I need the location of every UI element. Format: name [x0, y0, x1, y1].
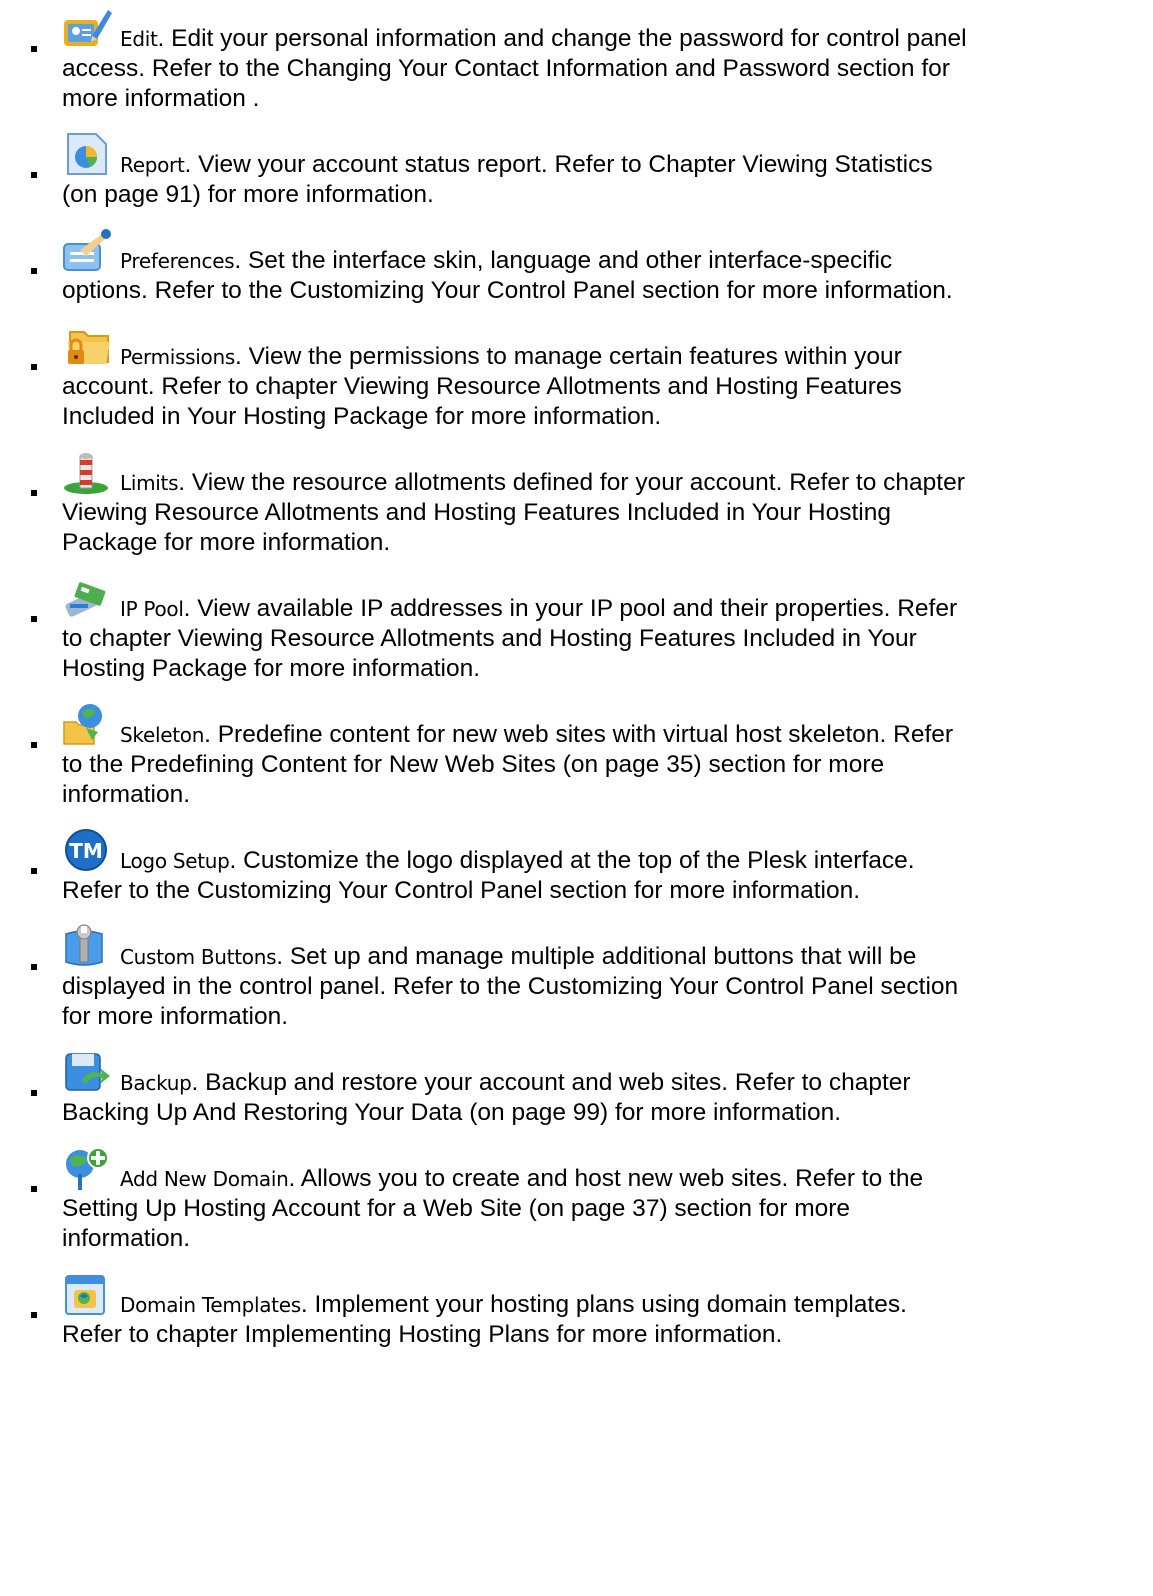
- item-description: . View the resource allotments defined f…: [178, 469, 965, 496]
- item-description: . Set the interface skin, language and o…: [234, 247, 893, 274]
- permissions-icon[interactable]: [62, 324, 114, 368]
- skeleton-icon[interactable]: [62, 702, 114, 746]
- item-description-rest: Refer to the Customizing Your Control Pa…: [62, 877, 861, 904]
- item-description: . View your account status report. Refer…: [184, 151, 933, 178]
- bullet: [31, 490, 37, 496]
- item-description-rest: to the Predefining Content for New Web S…: [62, 751, 885, 808]
- item-label: Skeleton: [120, 723, 205, 747]
- item-description: . Customize the logo displayed at the to…: [229, 847, 915, 874]
- item-label: Preferences: [120, 249, 235, 273]
- report-icon[interactable]: [62, 132, 114, 176]
- preferences-icon[interactable]: [62, 228, 114, 272]
- item-label: Permissions: [120, 345, 235, 369]
- item-label: Logo Setup: [120, 849, 230, 873]
- bullet: [31, 868, 37, 874]
- add-new-domain-icon[interactable]: [62, 1146, 114, 1190]
- logo-setup-icon[interactable]: TM: [62, 828, 114, 872]
- item-description: . View available IP addresses in your IP…: [183, 595, 958, 622]
- item-label: Report: [120, 153, 185, 177]
- item-label: Edit: [120, 27, 158, 51]
- backup-icon[interactable]: [62, 1050, 114, 1094]
- limits-icon[interactable]: [62, 450, 114, 494]
- edit-icon[interactable]: [62, 6, 114, 50]
- item-description: . Implement your hosting plans using dom…: [300, 1291, 907, 1318]
- bullet: [31, 46, 37, 52]
- bullet: [31, 1312, 37, 1318]
- item-label: IP Pool: [120, 597, 184, 621]
- item-label: Limits: [120, 471, 179, 495]
- item-description-rest: access. Refer to the Changing Your Conta…: [62, 55, 950, 112]
- bullet: [31, 1090, 37, 1096]
- item-description: . View the permissions to manage certain…: [235, 343, 902, 370]
- item-label: Backup: [120, 1071, 192, 1095]
- item-label: Custom Buttons: [120, 945, 277, 969]
- item-description: . Set up and manage multiple additional …: [276, 943, 917, 970]
- bullet: [31, 1186, 37, 1192]
- item-description: . Edit your personal information and cha…: [157, 25, 967, 52]
- item-description-rest: Refer to chapter Implementing Hosting Pl…: [62, 1321, 783, 1348]
- bullet: [31, 616, 37, 622]
- item-description-rest: Setting Up Hosting Account for a Web Sit…: [62, 1195, 851, 1252]
- bullet: [31, 742, 37, 748]
- item-description-rest: (on page 91) for more information.: [62, 181, 434, 208]
- item-description: . Backup and restore your account and we…: [191, 1069, 911, 1096]
- custom-buttons-icon[interactable]: [62, 924, 114, 968]
- domain-templates-icon[interactable]: [62, 1272, 114, 1316]
- item-description: . Predefine content for new web sites wi…: [204, 721, 954, 748]
- logo-setup-mark: TM: [69, 839, 103, 863]
- item-description-rest: displayed in the control panel. Refer to…: [62, 973, 959, 1030]
- bullet: [31, 964, 37, 970]
- item-description-rest: to chapter Viewing Resource Allotments a…: [62, 625, 917, 682]
- item-description-rest: Backing Up And Restoring Your Data (on p…: [62, 1099, 841, 1126]
- item-description: . Allows you to create and host new web …: [288, 1165, 924, 1192]
- item-description-rest: account. Refer to chapter Viewing Resour…: [62, 373, 902, 430]
- item-description-rest: options. Refer to the Customizing Your C…: [62, 277, 953, 304]
- item-description-rest: Viewing Resource Allotments and Hosting …: [62, 499, 891, 556]
- item-label: Add New Domain: [120, 1167, 289, 1191]
- bullet: [31, 364, 37, 370]
- bullet: [31, 172, 37, 178]
- bullet: [31, 268, 37, 274]
- item-label: Domain Templates: [120, 1293, 301, 1317]
- ip-pool-icon[interactable]: [62, 576, 114, 620]
